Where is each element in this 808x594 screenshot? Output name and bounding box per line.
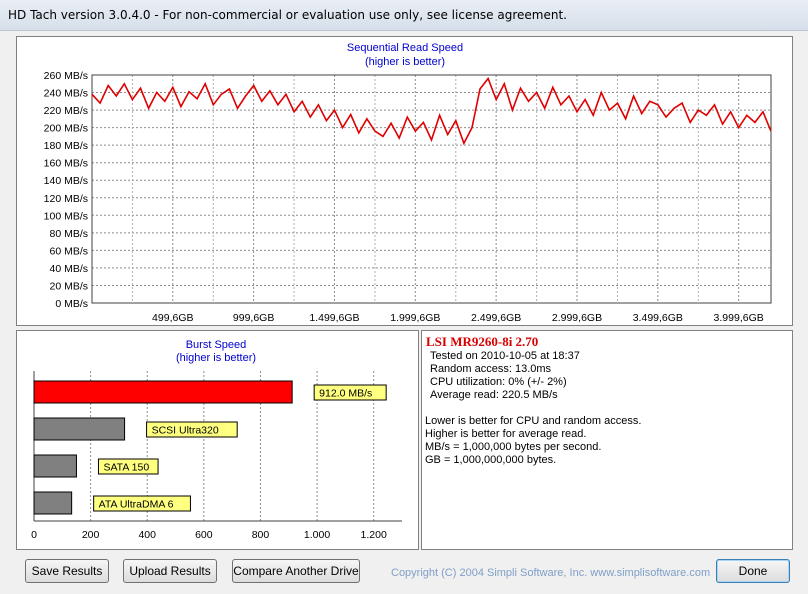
x-tick-label: 3.999,6GB — [714, 312, 764, 324]
y-tick-label: 220 MB/s — [44, 105, 88, 117]
done-button[interactable]: Done — [716, 559, 790, 583]
cpu-utilization: CPU utilization: 0% (+/- 2%) — [430, 376, 567, 388]
y-tick-label: 140 MB/s — [44, 175, 88, 187]
save-results-button[interactable]: Save Results — [25, 559, 109, 583]
chart-subtitle: (higher is better) — [365, 56, 445, 68]
x-tick-label: 499,6GB — [152, 312, 193, 324]
note-line: GB = 1,000,000,000 bytes. — [425, 454, 557, 466]
tested-on: Tested on 2010-10-05 at 18:37 — [430, 350, 580, 362]
y-tick-label: 200 MB/s — [44, 123, 88, 135]
y-tick-label: 120 MB/s — [44, 193, 88, 205]
x-tick-label: 1.999,6GB — [390, 312, 440, 324]
burst-speed-chart: Burst Speed(higher is better) 0 200 400 600 8… — [31, 339, 402, 541]
x-tick-label: 2.999,6GB — [552, 312, 602, 324]
burst-bar — [33, 454, 77, 478]
burst-label-text: ATA UltraDMA 6 — [99, 499, 174, 511]
burst-bar — [33, 417, 126, 441]
sequential-read-panel: Sequential Read Speed (higher is better) 0… — [16, 36, 793, 326]
upload-results-button[interactable]: Upload Results — [123, 559, 217, 583]
burst-tick-label: 600 — [195, 529, 213, 541]
y-tick-label: 20 MB/s — [49, 280, 88, 292]
x-tick-label: 999,6GB — [233, 312, 274, 324]
burst-speed-panel: Burst Speed (higher is better) 0 200 400 600 8… — [16, 330, 419, 550]
sequential-read-chart: Sequential Read Speed (higher is better) 0… — [44, 42, 772, 324]
y-tick-label: 260 MB/s — [44, 70, 88, 82]
x-tick-label: 2.499,6GB — [471, 312, 521, 324]
y-tick-label: 180 MB/s — [44, 140, 88, 152]
burst-label-text: SCSI Ultra320 — [152, 425, 219, 437]
read-speed-line — [91, 76, 772, 146]
copyright-text: Copyright (C) 2004 Simpli Software, Inc.… — [391, 567, 711, 579]
burst-data-label: SCSI Ultra320 — [146, 421, 238, 438]
burst-tick-label: 0 — [31, 529, 37, 541]
x-tick-label: 3.499,6GB — [633, 312, 683, 324]
average-read: Average read: 220.5 MB/s — [430, 389, 558, 401]
drive-info-panel: LSI MR9260-8i 2.70 Tested on 2010-10-05 … — [421, 330, 793, 550]
y-tick-label: 0 MB/s — [55, 298, 88, 310]
x-tick-label: 1.499,6GB — [309, 312, 359, 324]
y-tick-label: 40 MB/s — [49, 263, 88, 275]
y-tick-label: 160 MB/s — [44, 158, 88, 170]
y-tick-label: 100 MB/s — [44, 210, 88, 222]
burst-data-label: 912.0 MB/s — [313, 384, 387, 401]
y-tick-label: 60 MB/s — [49, 245, 88, 257]
note-line: MB/s = 1,000,000 bytes per second. — [425, 441, 602, 453]
burst-tick-label: 800 — [252, 529, 270, 541]
burst-bar — [33, 380, 293, 404]
burst-label-text: 912.0 MB/s — [319, 388, 372, 400]
window-title: HD Tach version 3.0.4.0 - For non-commer… — [8, 8, 567, 22]
burst-data-label: SATA 150 — [97, 458, 159, 475]
burst-tick-label: 1.000 — [304, 529, 330, 541]
burst-subtitle: (higher is better) — [176, 352, 256, 364]
burst-tick-label: 200 — [82, 529, 100, 541]
y-tick-label: 80 MB/s — [49, 228, 88, 240]
burst-title: Burst Speed — [186, 339, 247, 351]
compare-another-drive-button[interactable]: Compare Another Drive — [232, 559, 360, 583]
plot-frame — [91, 74, 772, 304]
y-tick-label: 240 MB/s — [44, 88, 88, 100]
note-line: Lower is better for CPU and random acces… — [425, 415, 642, 427]
burst-data-label: ATA UltraDMA 6 — [93, 495, 191, 512]
burst-bar — [33, 491, 73, 515]
random-access: Random access: 13.0ms — [430, 363, 552, 375]
title-bar: HD Tach version 3.0.4.0 - For non-commer… — [0, 0, 808, 31]
note-line: Higher is better for average read. — [425, 428, 587, 440]
burst-label-text: SATA 150 — [103, 462, 149, 474]
drive-name: LSI MR9260-8i 2.70 — [426, 334, 539, 349]
burst-tick-label: 1.200 — [361, 529, 387, 541]
chart-title: Sequential Read Speed — [347, 42, 463, 54]
burst-tick-label: 400 — [138, 529, 156, 541]
